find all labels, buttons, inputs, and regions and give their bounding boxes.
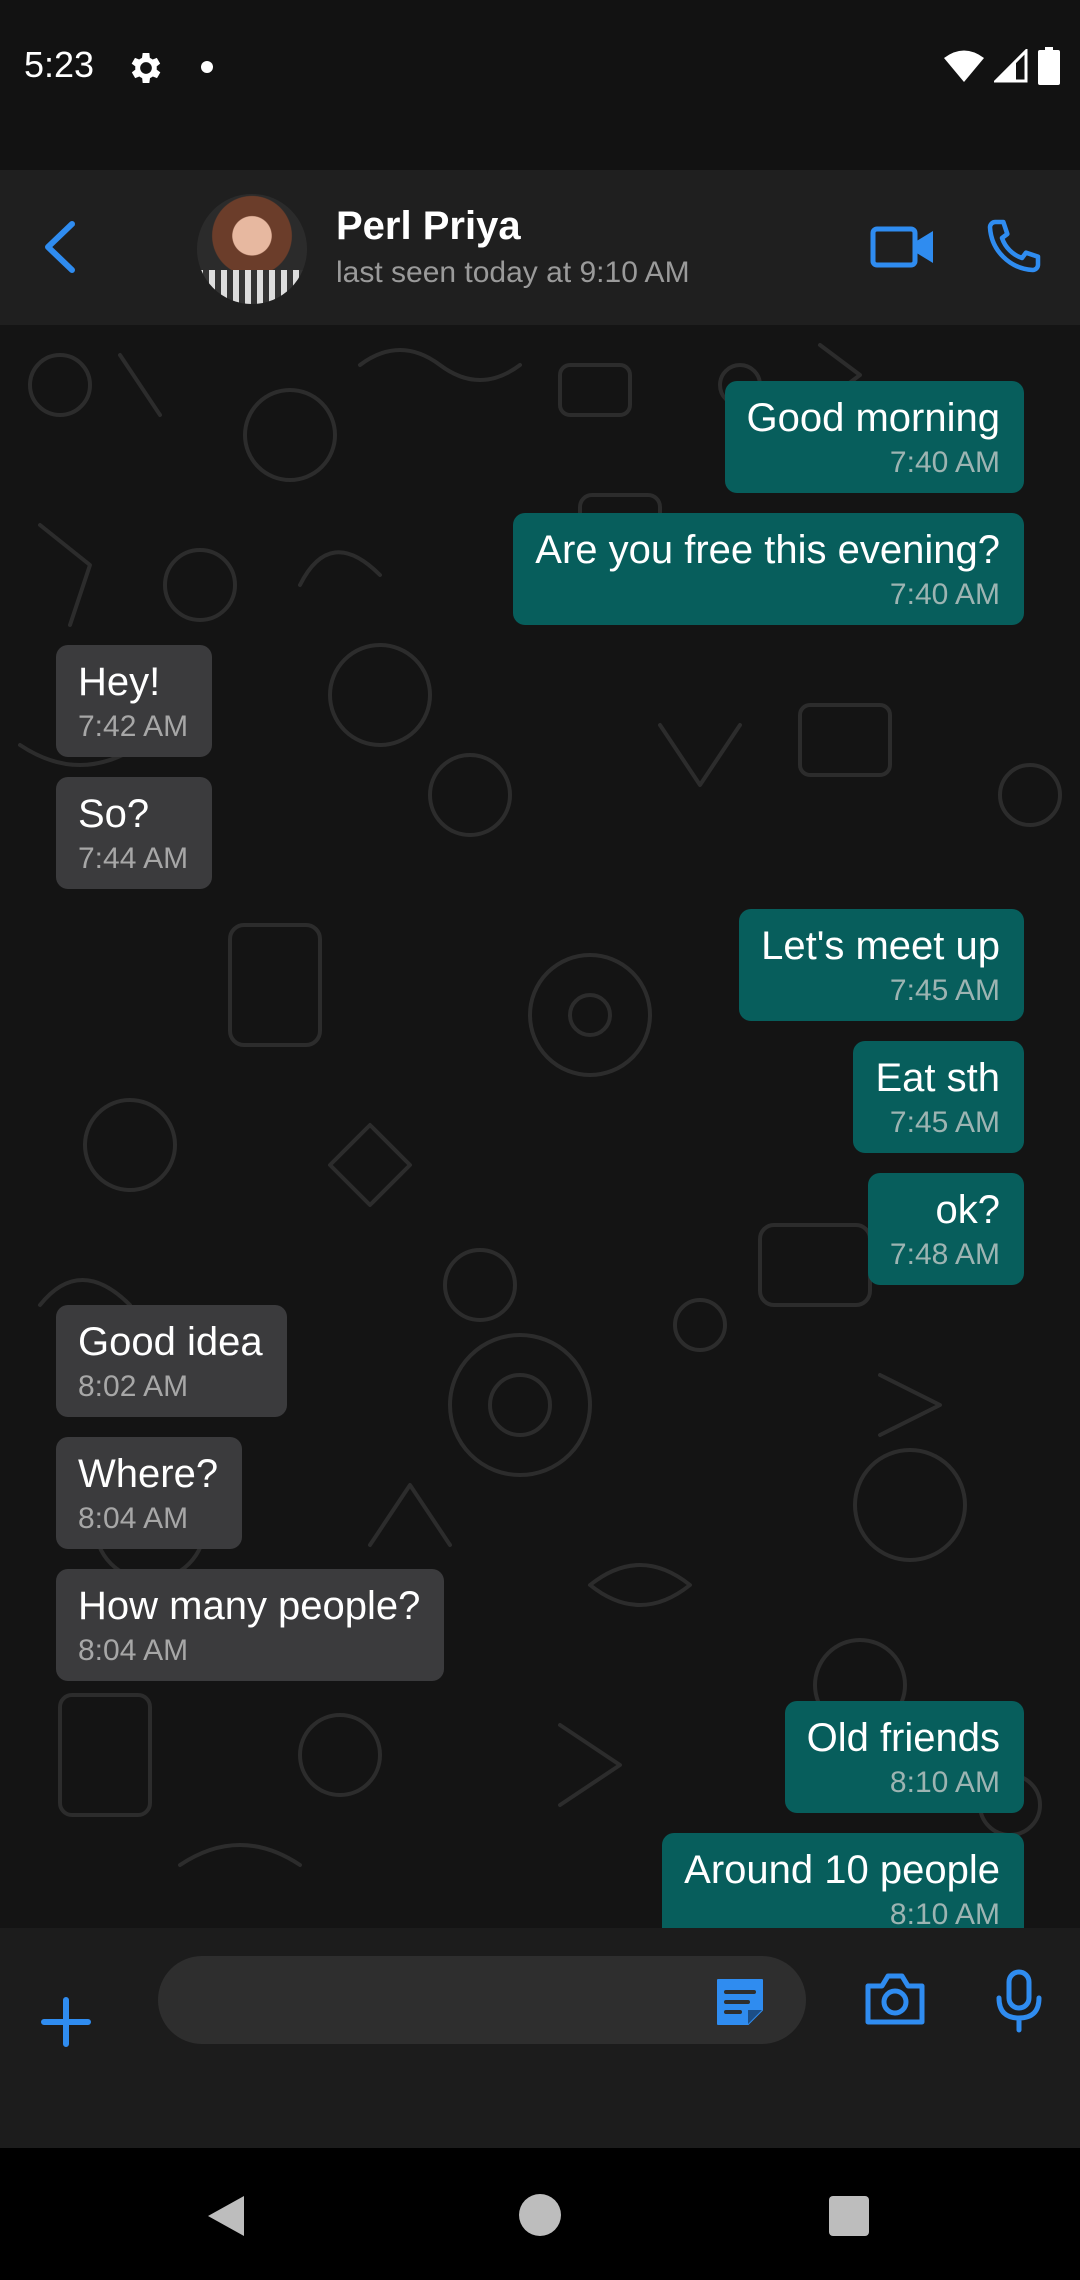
back-chevron-icon[interactable] — [34, 212, 94, 282]
message-bubble-incoming[interactable]: So? 7:44 AM — [56, 777, 213, 889]
plus-icon[interactable] — [36, 1992, 96, 2052]
system-nav-bar — [0, 2148, 1080, 2280]
composer-bar — [0, 1928, 1080, 2148]
message-time: 8:10 AM — [889, 1898, 1000, 1928]
message-bubble-incoming[interactable]: Good idea 8:02 AM — [56, 1305, 287, 1417]
message-bubble-incoming[interactable]: How many people? 8:04 AM — [56, 1569, 445, 1681]
video-camera-icon[interactable] — [870, 222, 936, 272]
message-time: 8:02 AM — [78, 1370, 189, 1403]
status-icons — [944, 46, 1060, 86]
cell-signal-icon — [994, 49, 1028, 83]
message-text: Around 10 people — [684, 1848, 1000, 1892]
camera-icon[interactable] — [864, 1970, 926, 2028]
message-text: Eat sth — [875, 1056, 1000, 1100]
nav-home-icon[interactable] — [519, 2194, 561, 2236]
microphone-icon[interactable] — [994, 1968, 1044, 2034]
message-bubble-outgoing[interactable]: Are you free this evening? 7:40 AM — [513, 513, 1024, 625]
chat-screen: 5:23 Perl Priya last seen today at 9:10 … — [0, 0, 1080, 2280]
message-text: Hey! — [78, 660, 161, 704]
avatar-shirt — [197, 270, 307, 304]
message-bubble-outgoing[interactable]: Eat sth 7:45 AM — [853, 1041, 1024, 1153]
message-bubble-outgoing[interactable]: ok? 7:48 AM — [867, 1173, 1024, 1285]
message-text: Old friends — [806, 1716, 1000, 1760]
message-time: 7:40 AM — [889, 578, 1000, 611]
message-bubble-incoming[interactable]: Hey! 7:42 AM — [56, 645, 213, 757]
message-bubble-outgoing[interactable]: Let's meet up 7:45 AM — [739, 909, 1024, 1021]
message-time: 8:04 AM — [78, 1502, 189, 1535]
message-bubble-outgoing[interactable]: Good morning 7:40 AM — [724, 381, 1024, 493]
message-time: 7:40 AM — [889, 446, 1000, 479]
message-list[interactable]: Good morning 7:40 AM Are you free this e… — [0, 325, 1080, 1928]
message-input[interactable] — [158, 1956, 806, 2044]
status-bar: 5:23 — [0, 0, 1080, 170]
nav-back-icon[interactable] — [204, 2192, 248, 2240]
message-time: 7:44 AM — [78, 842, 189, 875]
wifi-icon — [944, 50, 984, 82]
message-text: Good idea — [78, 1320, 263, 1364]
battery-icon — [1038, 47, 1060, 85]
avatar[interactable] — [197, 194, 307, 304]
notification-dot-icon — [201, 61, 213, 73]
status-time: 5:23 — [24, 44, 95, 85]
message-text: So? — [78, 792, 150, 836]
message-text: Good morning — [746, 396, 1000, 440]
message-bubble-outgoing[interactable]: Old friends 8:10 AM — [784, 1701, 1024, 1813]
message-text: ok? — [935, 1188, 1001, 1232]
message-bubble-incoming[interactable]: Where? 8:04 AM — [56, 1437, 243, 1549]
sticker-icon[interactable] — [712, 1974, 768, 2030]
message-time: 7:48 AM — [889, 1238, 1000, 1271]
message-text: Are you free this evening? — [535, 528, 1000, 572]
contact-name[interactable]: Perl Priya — [336, 204, 521, 249]
nav-recents-icon[interactable] — [829, 2196, 869, 2236]
message-time: 8:04 AM — [78, 1634, 189, 1667]
message-time: 7:42 AM — [78, 710, 189, 743]
message-time: 8:10 AM — [889, 1766, 1000, 1799]
message-bubble-outgoing[interactable]: Around 10 people 8:10 AM — [662, 1833, 1024, 1928]
message-time: 7:45 AM — [889, 974, 1000, 1007]
chat-header: Perl Priya last seen today at 9:10 AM — [0, 170, 1080, 325]
last-seen-status: last seen today at 9:10 AM — [336, 256, 690, 289]
message-text: Where? — [78, 1452, 219, 1496]
phone-icon[interactable] — [982, 214, 1046, 278]
settings-gear-icon — [131, 53, 161, 83]
message-time: 7:45 AM — [889, 1106, 1000, 1139]
message-text: How many people? — [78, 1584, 421, 1628]
message-text: Let's meet up — [761, 924, 1000, 968]
